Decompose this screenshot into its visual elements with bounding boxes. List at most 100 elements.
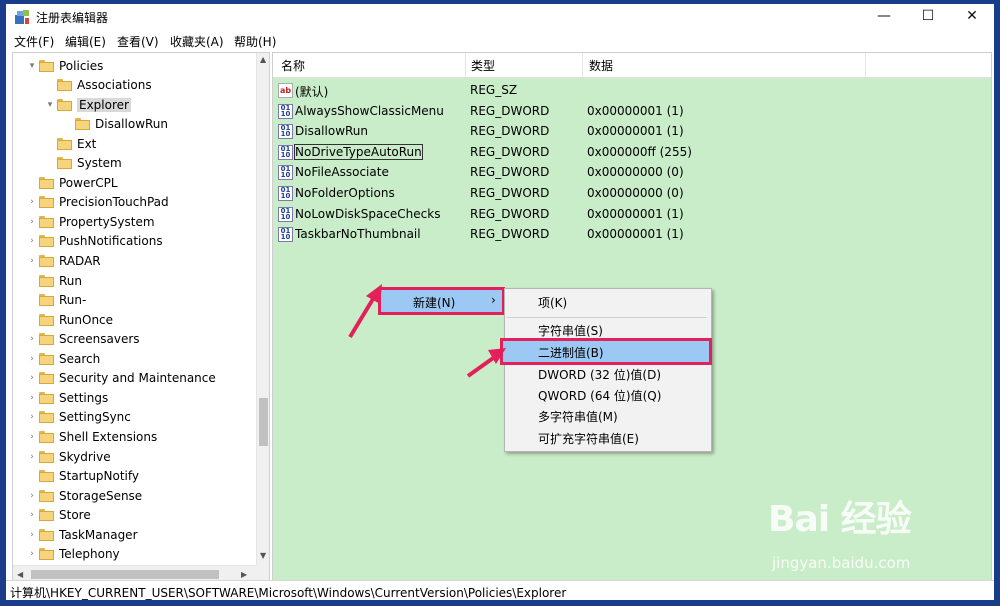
chevron-right-icon[interactable]: › xyxy=(25,330,39,349)
chevron-right-icon[interactable]: › xyxy=(25,232,39,251)
chevron-right-icon[interactable]: › xyxy=(25,408,39,427)
tree-vertical-scrollbar[interactable]: ▲ ▼ xyxy=(256,53,269,565)
chevron-right-icon[interactable]: › xyxy=(25,427,39,446)
title-bar[interactable]: 注册表编辑器 — ☐ ✕ xyxy=(6,4,994,30)
value-row[interactable]: 01 10 NoLowDiskSpaceChecks REG_DWORD 0x0000… xyxy=(273,204,991,224)
menu-view[interactable]: 查看(V) xyxy=(117,33,159,50)
chevron-right-icon[interactable]: › xyxy=(25,545,39,564)
chevron-down-icon[interactable]: ▾ xyxy=(43,95,57,114)
tree-item-label: Associations xyxy=(77,78,152,93)
submenu-item-dword-value[interactable]: DWORD (32 位)值(D) xyxy=(538,366,661,383)
column-header-data[interactable]: 数据 xyxy=(589,57,613,74)
value-row[interactable]: 01 10 TaskbarNoThumbnail REG_DWORD 0x000000… xyxy=(273,224,991,244)
tree-item[interactable]: StartupNotify xyxy=(25,467,139,486)
tree-horizontal-scroll-thumb[interactable] xyxy=(31,570,219,579)
chevron-right-icon[interactable]: › xyxy=(25,506,39,525)
tree-item[interactable]: Run- xyxy=(25,291,86,310)
folder-icon xyxy=(39,411,54,424)
column-header-type[interactable]: 类型 xyxy=(471,57,495,74)
binary-value-icon: 01 10 xyxy=(278,165,293,181)
context-menu-new-item[interactable]: 新建(N) › xyxy=(378,287,505,315)
chevron-right-icon[interactable]: › xyxy=(25,349,39,368)
tree-item[interactable]: DisallowRun xyxy=(61,115,168,134)
tree-item[interactable]: › Screensavers xyxy=(25,330,139,349)
scroll-left-arrow-icon[interactable]: ◀ xyxy=(17,570,23,579)
tree-item[interactable]: ▾ Explorer xyxy=(43,95,131,114)
submenu-item-qword-value[interactable]: QWORD (64 位)值(Q) xyxy=(538,387,661,404)
tree-item[interactable]: Ext xyxy=(43,134,96,153)
chevron-down-icon[interactable]: ▾ xyxy=(25,56,39,75)
tree-item[interactable]: Associations xyxy=(43,76,152,95)
folder-icon xyxy=(39,255,54,267)
menu-file[interactable]: 文件(F) xyxy=(14,33,54,50)
close-button[interactable]: ✕ xyxy=(950,4,994,28)
submenu-item-string-value[interactable]: 字符串值(S) xyxy=(538,322,603,339)
chevron-right-icon[interactable]: › xyxy=(25,388,39,407)
value-row[interactable]: 01 10 NoFolderOptions REG_DWORD 0x00000000 … xyxy=(273,183,991,203)
menu-favorites[interactable]: 收藏夹(A) xyxy=(170,33,224,50)
value-row[interactable]: ab (默认) REG_SZ xyxy=(273,80,991,100)
tree-item[interactable]: › Security and Maintenance xyxy=(25,369,216,388)
column-header-name[interactable]: 名称 xyxy=(281,57,305,74)
tree-item[interactable]: PowerCPL xyxy=(25,173,118,192)
tree-vertical-scroll-thumb[interactable] xyxy=(259,398,268,446)
submenu-item-binary-value-highlight[interactable] xyxy=(500,338,712,365)
value-row[interactable]: 01 10 AlwaysShowClassicMenu REG_DWORD 0x000… xyxy=(273,101,991,121)
tree-item-label: StartupNotify xyxy=(59,469,140,484)
value-row[interactable]: 01 10 NoFileAssociate REG_DWORD 0x00000000 … xyxy=(273,162,991,182)
chevron-right-icon[interactable]: › xyxy=(25,447,39,466)
tree-item[interactable]: › Search xyxy=(25,349,100,368)
chevron-right-icon[interactable]: › xyxy=(25,486,39,505)
tree-item[interactable]: › Skydrive xyxy=(25,447,110,466)
tree-item[interactable]: › Settings xyxy=(25,388,108,407)
column-divider[interactable] xyxy=(865,53,866,77)
value-row[interactable]: 01 10 DisallowRun REG_DWORD 0x00000001 (1) xyxy=(273,121,991,141)
maximize-button[interactable]: ☐ xyxy=(906,4,950,28)
annotation-arrow-icon xyxy=(348,284,382,339)
menu-edit[interactable]: 编辑(E) xyxy=(65,33,106,50)
registry-key-tree[interactable]: ▲ ▼ ◀ ▶ ▾ Policies Associations ▾ Explorer Di… xyxy=(12,52,270,584)
chevron-right-icon[interactable]: › xyxy=(25,212,39,231)
scroll-right-arrow-icon[interactable]: ▶ xyxy=(241,570,247,579)
tree-item[interactable]: System xyxy=(43,154,122,173)
tree-item[interactable]: › Shell Extensions xyxy=(25,427,157,446)
tree-item[interactable]: › TaskManager xyxy=(25,525,137,544)
value-row[interactable]: 01 10 NoDriveTypeAutoRun REG_DWORD 0x000000… xyxy=(273,142,991,162)
chevron-right-icon[interactable]: › xyxy=(25,369,39,388)
tree-item-label: Store xyxy=(59,508,91,523)
tree-item[interactable]: › PrecisionTouchPad xyxy=(25,193,168,212)
minimize-button[interactable]: — xyxy=(862,4,906,28)
value-name: NoFileAssociate xyxy=(295,165,389,180)
tree-item[interactable]: › PropertySystem xyxy=(25,212,154,231)
submenu-item-key[interactable]: 项(K) xyxy=(538,294,567,311)
tree-item[interactable]: › StorageSense xyxy=(25,486,142,505)
tree-item[interactable]: ▾ Policies xyxy=(25,56,104,75)
column-divider[interactable] xyxy=(465,53,466,77)
value-type: REG_DWORD xyxy=(470,144,550,159)
column-divider[interactable] xyxy=(582,53,583,77)
menu-help[interactable]: 帮助(H) xyxy=(234,33,276,50)
tree-item[interactable]: › Store xyxy=(25,506,91,525)
tree-item-label: Security and Maintenance xyxy=(59,371,216,386)
chevron-right-icon[interactable]: › xyxy=(25,193,39,212)
binary-value-icon: 01 10 xyxy=(278,206,293,222)
tree-item[interactable]: › PushNotifications xyxy=(25,232,162,251)
submenu-item-expandable-string-value[interactable]: 可扩充字符串值(E) xyxy=(538,430,639,447)
watermark-logo: Bai 经验 xyxy=(768,499,912,540)
chevron-right-icon[interactable]: › xyxy=(25,252,39,271)
folder-icon xyxy=(57,137,72,150)
chevron-right-icon[interactable]: › xyxy=(25,525,39,544)
tree-item[interactable]: › Telephony xyxy=(25,545,120,564)
value-data: 0x00000000 (0) xyxy=(587,165,684,180)
tree-item-label: SettingSync xyxy=(59,410,131,425)
scroll-up-arrow-icon[interactable]: ▲ xyxy=(260,55,266,64)
tree-item[interactable]: RunOnce xyxy=(25,310,113,329)
submenu-item-multi-string-value[interactable]: 多字符串值(M) xyxy=(538,408,618,425)
tree-item[interactable]: › RADAR xyxy=(25,252,100,271)
tree-item[interactable]: Run xyxy=(25,271,82,290)
scroll-down-arrow-icon[interactable]: ▼ xyxy=(260,551,266,560)
tree-item-label: Run xyxy=(59,273,83,288)
tree-item-label: Telephony xyxy=(59,547,120,562)
submenu-item-binary-value[interactable]: 二进制值(B) xyxy=(538,344,604,361)
tree-item[interactable]: › SettingSync xyxy=(25,408,131,427)
